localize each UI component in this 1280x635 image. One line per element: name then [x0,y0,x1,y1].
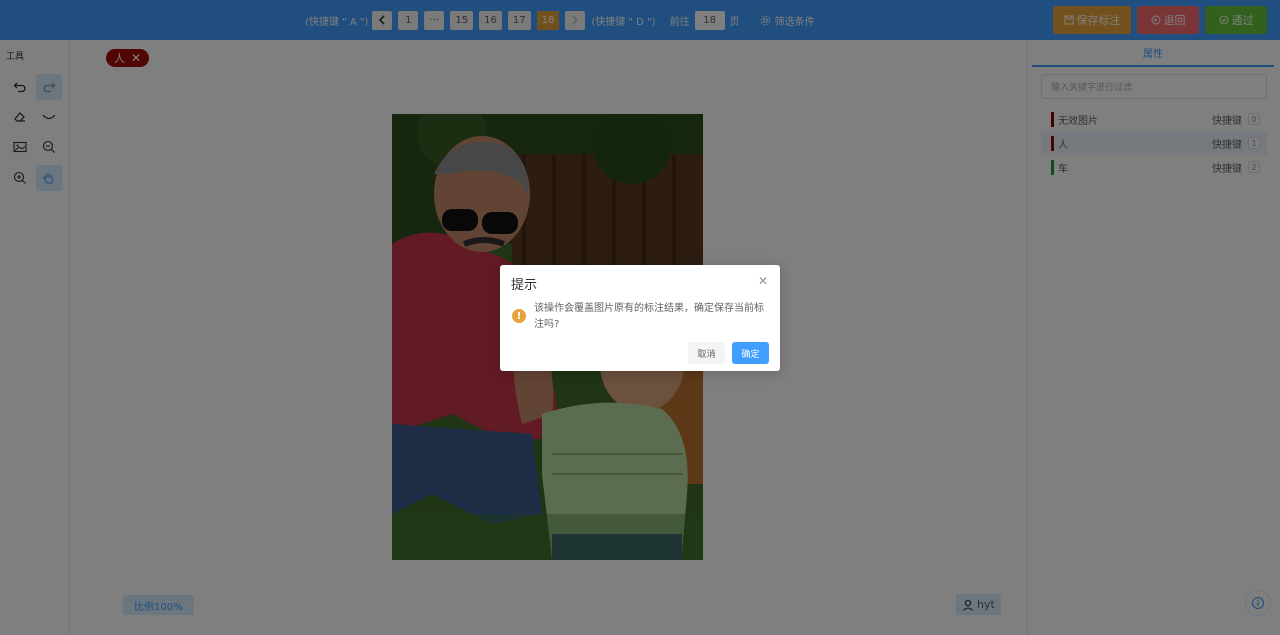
cancel-button[interactable]: 取消 [688,342,725,364]
dialog-title: 提示 [511,278,538,293]
confirm-dialog: 提示 ✕ ! 该操作会覆盖图片原有的标注结果，确定保存当前标注吗? 取消 确定 [500,265,780,371]
confirm-button[interactable]: 确定 [732,342,769,364]
dialog-message: 该操作会覆盖图片原有的标注结果，确定保存当前标注吗? [534,303,764,330]
warning-icon: ! [512,309,526,323]
close-icon[interactable]: ✕ [758,274,768,288]
